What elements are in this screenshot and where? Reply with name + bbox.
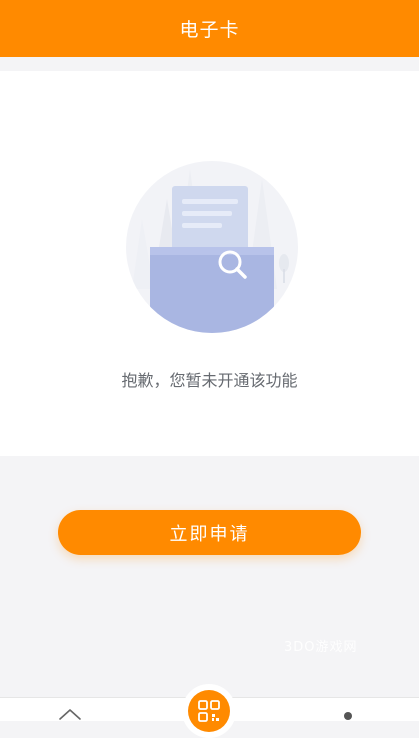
scan-button-inner [188,690,230,732]
page-title: 电子卡 [179,19,240,41]
qr-code-icon [198,700,220,722]
scan-qr-button[interactable] [182,684,236,738]
empty-state-message: 抱歉，您暂未开通该功能 [121,371,298,390]
empty-state-card: 抱歉，您暂未开通该功能 [0,71,419,456]
apply-now-button[interactable]: 立即申请 [58,510,361,555]
user-icon[interactable] [340,710,356,722]
watermark: 3DO游戏网 [284,640,358,655]
home-icon[interactable] [58,706,82,720]
empty-folder-search-icon [126,161,298,333]
top-header: 电子卡 [0,0,419,57]
